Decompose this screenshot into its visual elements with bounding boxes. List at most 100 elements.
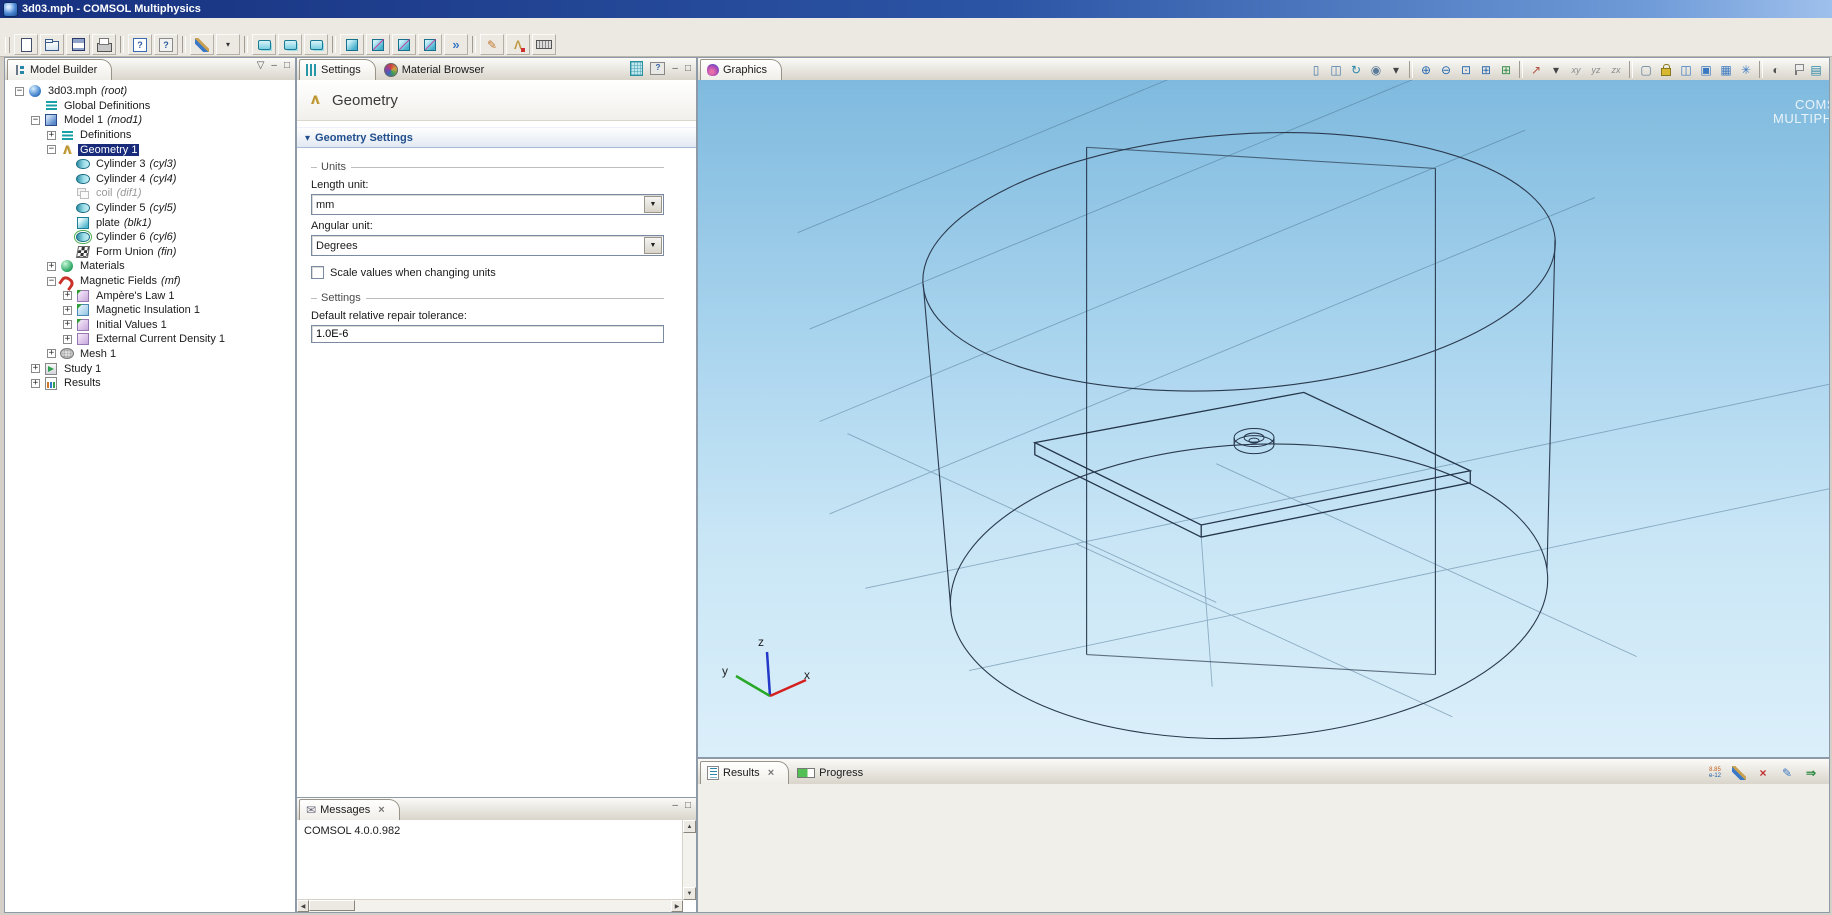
tree-item-cylinder5[interactable]: Cylinder 5 (cyl5): [5, 201, 295, 216]
desktop-layout-2-icon[interactable]: [278, 34, 302, 55]
transparency-icon[interactable]: ◫: [1676, 60, 1696, 79]
scroll-right-icon[interactable]: ▶: [671, 900, 683, 912]
zoom-in-icon[interactable]: ⊕: [1416, 60, 1436, 79]
measure-line-icon[interactable]: ✎: [480, 34, 504, 55]
tree-expander-icon[interactable]: +: [63, 306, 72, 315]
clear-caret-icon[interactable]: ▾: [216, 34, 240, 55]
maximize-icon[interactable]: □: [284, 61, 290, 71]
clear-icon[interactable]: [190, 34, 214, 55]
scroll-up-icon[interactable]: ▲: [683, 820, 696, 833]
scale-values-checkbox-row[interactable]: Scale values when changing units: [311, 266, 664, 279]
minimize-icon[interactable]: –: [672, 801, 678, 811]
rotate-view-icon[interactable]: ↻: [1346, 60, 1366, 79]
tab-graphics[interactable]: Graphics: [700, 59, 782, 80]
horizontal-scrollbar[interactable]: ◀ ▶: [297, 899, 683, 912]
tree-item-coil[interactable]: coil (dif1): [5, 186, 295, 201]
scroll-down-icon[interactable]: ▼: [683, 887, 696, 900]
new-file-icon[interactable]: [14, 34, 38, 55]
toggle-windows-icon[interactable]: ◫: [1326, 60, 1346, 79]
tab-settings[interactable]: Settings: [299, 59, 376, 80]
close-icon[interactable]: ×: [378, 804, 384, 816]
tree-item-root[interactable]: − 3d03.mph (root): [5, 84, 295, 99]
vertical-scrollbar[interactable]: ▲ ▼: [682, 820, 696, 900]
documentation-icon[interactable]: ?: [154, 34, 178, 55]
tree-item-plate[interactable]: plate (blk1): [5, 215, 295, 230]
delete-icon[interactable]: ×: [1753, 763, 1773, 782]
clear-results-icon[interactable]: [1729, 763, 1749, 782]
menu-edit[interactable]: [16, 25, 32, 27]
tree-item-form-union[interactable]: Form Union (fin): [5, 245, 295, 260]
dropdown-arrow-icon[interactable]: ▼: [644, 196, 662, 213]
maximize-icon[interactable]: □: [685, 64, 691, 74]
tree-expander-icon[interactable]: +: [47, 131, 56, 140]
zoom-out-icon[interactable]: ⊖: [1436, 60, 1456, 79]
desktop-layout-1-icon[interactable]: [252, 34, 276, 55]
build-union-icon[interactable]: [418, 34, 442, 55]
precision-icon[interactable]: 8.85 e-12: [1705, 765, 1725, 781]
flag-icon[interactable]: [1786, 60, 1806, 79]
tree-expander-icon[interactable]: +: [63, 320, 72, 329]
repair-tolerance-input[interactable]: [311, 325, 664, 343]
build-all-icon[interactable]: [392, 34, 416, 55]
geometry-repair-icon[interactable]: Λ: [506, 34, 530, 55]
view-lock-icon[interactable]: [1656, 60, 1676, 79]
run-icon[interactable]: »: [444, 34, 468, 55]
visibility-caret-icon[interactable]: ▾: [1386, 60, 1406, 79]
build-selected-icon[interactable]: [366, 34, 390, 55]
view-caret-icon[interactable]: ▾: [1546, 60, 1566, 79]
tree-expander-icon[interactable]: +: [31, 379, 40, 388]
tree-item-cylinder3[interactable]: Cylinder 3 (cyl3): [5, 157, 295, 172]
tree-expander-icon[interactable]: −: [31, 116, 40, 125]
zoom-box-icon[interactable]: ⊡: [1456, 60, 1476, 79]
tree-expander-icon[interactable]: +: [31, 364, 40, 373]
tree-item-model1[interactable]: − Model 1 (mod1): [5, 113, 295, 128]
dropdown-arrow-icon[interactable]: ▼: [644, 237, 662, 254]
scroll-left-icon[interactable]: ◀: [297, 900, 309, 912]
section-collapse-icon[interactable]: [305, 132, 315, 144]
open-file-icon[interactable]: [40, 34, 64, 55]
wireframe-icon[interactable]: ▦: [1716, 60, 1736, 79]
tree-expander-icon[interactable]: −: [47, 145, 56, 154]
tree-item-magnetic-fields[interactable]: − Magnetic Fields (mf): [5, 274, 295, 289]
save-icon[interactable]: [66, 34, 90, 55]
tree-item-global-definitions[interactable]: Global Definitions: [5, 99, 295, 114]
length-unit-select[interactable]: mm ▼: [311, 194, 664, 215]
close-icon[interactable]: ×: [768, 767, 774, 779]
print-icon[interactable]: [92, 34, 116, 55]
edit-plot-icon[interactable]: ✎: [1777, 763, 1797, 782]
tree-item-cylinder6[interactable]: Cylinder 6 (cyl6): [5, 230, 295, 245]
dynamic-help-icon[interactable]: ?: [650, 62, 665, 75]
toggle-left-panel-icon[interactable]: ▯: [1306, 60, 1326, 79]
go-to-view-icon[interactable]: ↗: [1526, 60, 1546, 79]
desktop-layout-3-icon[interactable]: [304, 34, 328, 55]
minimize-icon[interactable]: –: [672, 64, 678, 74]
tab-messages[interactable]: ✉ Messages ×: [299, 799, 400, 820]
zoom-extents-icon[interactable]: ⊞: [1496, 60, 1516, 79]
angular-unit-select[interactable]: Degrees ▼: [311, 235, 664, 256]
graphics-canvas[interactable]: COMSOL MULTIPHYSICS z y x: [698, 80, 1829, 757]
maximize-icon[interactable]: □: [685, 801, 691, 811]
tree-item-mesh1[interactable]: + Mesh 1: [5, 347, 295, 362]
export-icon[interactable]: ⇒: [1801, 763, 1821, 782]
menu-file[interactable]: [0, 25, 16, 27]
scrollbar-thumb[interactable]: [309, 900, 355, 911]
snapshot-icon[interactable]: ▤: [1806, 60, 1826, 79]
model-builder-tab[interactable]: Model Builder: [7, 59, 112, 80]
tab-material-browser[interactable]: Material Browser: [378, 59, 499, 80]
invert-colors-icon[interactable]: ◐: [1766, 60, 1786, 79]
tab-results[interactable]: Results ×: [700, 761, 789, 784]
section-geometry-settings[interactable]: Geometry Settings: [297, 127, 696, 148]
tree-item-study1[interactable]: + Study 1: [5, 361, 295, 376]
toolbar-grip[interactable]: [5, 37, 10, 53]
tree-item-definitions[interactable]: + Definitions: [5, 128, 295, 143]
scene-settings-icon[interactable]: ✳: [1736, 60, 1756, 79]
tree-expander-icon[interactable]: +: [63, 291, 72, 300]
build-preceding-icon[interactable]: [340, 34, 364, 55]
tab-progress[interactable]: Progress: [791, 761, 877, 784]
desktop-layout-icon[interactable]: [630, 61, 643, 76]
tree-item-external-current-density[interactable]: + External Current Density 1: [5, 332, 295, 347]
zoom-selected-icon[interactable]: ⊞: [1476, 60, 1496, 79]
tree-expander-icon[interactable]: +: [47, 262, 56, 271]
tree-expander-icon[interactable]: +: [47, 349, 56, 358]
tree-item-initial-values[interactable]: + Initial Values 1: [5, 318, 295, 333]
